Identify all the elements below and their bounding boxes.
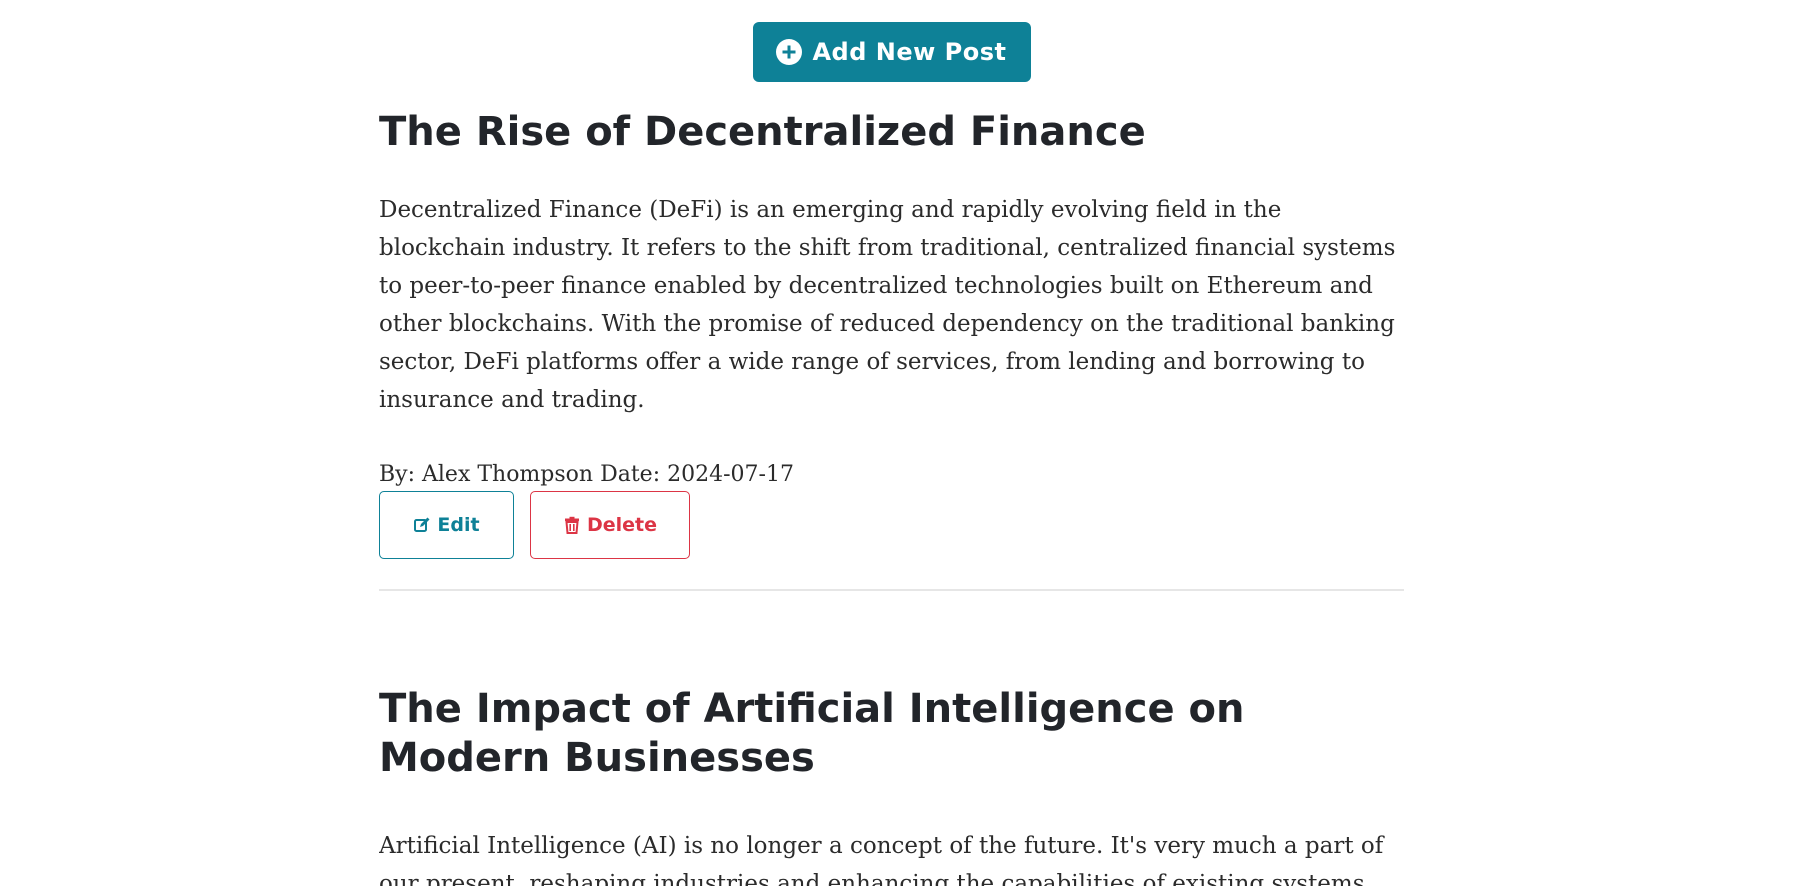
post-item: The Impact of Artificial Intelligence on… [379, 685, 1404, 886]
blog-page: Add New Post The Rise of Decentralized F… [379, 0, 1404, 886]
post-item: The Rise of Decentralized Finance Decent… [379, 108, 1404, 591]
post-divider [379, 589, 1404, 591]
delete-label: Delete [586, 514, 658, 536]
post-title: The Impact of Artificial Intelligence on… [379, 686, 1245, 781]
post-title: The Rise of Decentralized Finance [379, 109, 1146, 155]
plus-circle-icon [776, 39, 803, 65]
edit-button[interactable]: Edit [379, 491, 514, 559]
post-actions: Edit Delete [379, 491, 1404, 559]
post-meta: By: Alex Thompson Date: 2024-07-17 [379, 462, 794, 487]
edit-label: Edit [437, 514, 480, 536]
edit-icon [414, 517, 430, 532]
add-new-post-label: Add New Post [812, 38, 1007, 66]
trash-icon [564, 516, 579, 534]
post-body: Decentralized Finance (DeFi) is an emerg… [379, 197, 1396, 413]
post-list: The Rise of Decentralized Finance Decent… [379, 108, 1404, 886]
add-new-post-button[interactable]: Add New Post [752, 22, 1031, 82]
post-body: Artificial Intelligence (AI) is no longe… [379, 833, 1384, 886]
delete-button[interactable]: Delete [530, 491, 690, 559]
add-post-wrapper: Add New Post [379, 22, 1404, 82]
